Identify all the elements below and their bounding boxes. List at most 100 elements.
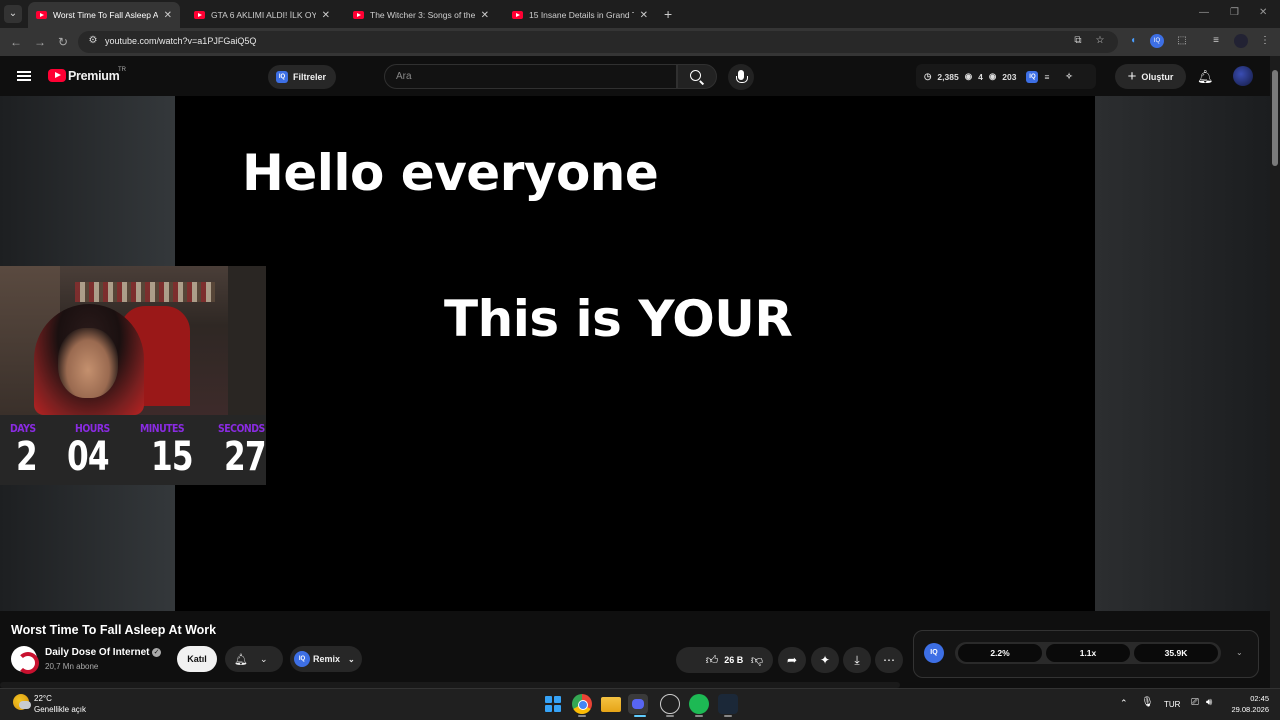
forward-icon[interactable]: → [34, 35, 46, 49]
extension-audio-icon[interactable]: ◖ [1126, 34, 1140, 48]
chevron-down-icon: ⌄ [348, 654, 355, 664]
scrollbar-thumb[interactable] [1272, 70, 1278, 166]
remix-button[interactable]: IQ Remix ⌄ [290, 646, 362, 672]
plus-icon: + [1127, 68, 1137, 85]
running-indicator [724, 715, 732, 717]
webcam-door [228, 266, 266, 415]
stat-views: 2,385 [937, 71, 959, 82]
more-icon: ⋯ [883, 653, 895, 667]
channel-name[interactable]: Daily Dose Of Internet [45, 647, 149, 658]
minimize-icon[interactable]: — [1199, 7, 1209, 18]
search-placeholder: Ara [396, 71, 412, 82]
share-button[interactable]: ➦ [778, 647, 806, 673]
weather-icon[interactable] [13, 694, 31, 710]
countdown-days-value: 2 [16, 434, 38, 480]
youtube-logo-icon[interactable] [48, 69, 66, 82]
country-code: TR [118, 67, 126, 73]
language-indicator[interactable]: TUR [1164, 700, 1180, 709]
dislike-button[interactable]: 👎︎ [742, 647, 772, 673]
restore-icon[interactable]: ❐ [1230, 7, 1239, 18]
ask-ai-button[interactable]: ✦ [811, 647, 839, 673]
close-tab-icon[interactable]: ✕ [164, 10, 172, 21]
list-icon[interactable]: ≡ [1044, 72, 1049, 82]
browser-menu-icon[interactable]: ⋮ [1258, 34, 1272, 48]
webcam-overlay [0, 266, 266, 415]
channel-avatar[interactable] [11, 646, 39, 674]
site-info-icon[interactable]: ⚙ [86, 34, 100, 48]
extensions-puzzle-icon[interactable]: ⬚ [1175, 34, 1189, 48]
bell-icon: 🔔︎ [234, 653, 248, 666]
reload-icon[interactable]: ↻ [58, 35, 68, 49]
stats-toolbar: ◷ 2,385 ◉ 4 ◉ 203 IQ ≡ ✧ [916, 64, 1096, 89]
iq-icon[interactable]: IQ [924, 643, 944, 663]
extension-iq-icon[interactable]: IQ [1150, 34, 1164, 48]
youtube-favicon-icon [512, 11, 523, 19]
youtube-favicon-icon [194, 11, 205, 19]
download-icon: ⤓ [854, 652, 860, 667]
microphone-icon[interactable]: 🎙︎ [1141, 697, 1154, 708]
thumbs-up-icon: 👍︎ [705, 652, 719, 667]
clock-date[interactable]: 29.08.2026 [1219, 705, 1269, 714]
file-explorer-icon[interactable] [601, 697, 621, 712]
profile-avatar-icon[interactable] [1234, 34, 1248, 48]
filters-button[interactable]: IQ Filtreler [268, 65, 337, 89]
discord-icon[interactable] [628, 694, 648, 714]
account-avatar[interactable] [1233, 66, 1253, 86]
more-actions-button[interactable]: ⋯ [875, 647, 903, 673]
subscription-bell-button[interactable]: 🔔︎ ⌄ [225, 646, 283, 672]
running-indicator [666, 715, 674, 717]
create-button[interactable]: + Oluştur [1115, 64, 1186, 89]
network-icon[interactable]: ⎚ [1191, 697, 1199, 708]
menu-hamburger-icon[interactable] [17, 71, 31, 81]
subscriber-count: 20,7 Mn abone [45, 662, 99, 671]
bookmark-star-icon[interactable]: ☆ [1093, 34, 1107, 48]
join-button[interactable]: Katıl [177, 646, 217, 672]
thumbs-down-icon: 👎︎ [750, 652, 764, 667]
volume-icon[interactable]: 🔊︎ [1206, 697, 1212, 708]
obs-icon[interactable] [660, 694, 680, 714]
iq-icon: IQ [276, 71, 288, 83]
youtube-favicon-icon [36, 11, 47, 19]
notifications-bell-icon[interactable]: 🔔︎ [1197, 69, 1214, 84]
clock-time[interactable]: 02:45 [1229, 694, 1269, 703]
chevron-down-icon: ⌄ [259, 653, 268, 664]
iq-icon[interactable]: IQ [1026, 70, 1039, 83]
close-tab-icon[interactable]: ✕ [640, 10, 648, 21]
close-tab-icon[interactable]: ✕ [322, 10, 330, 21]
spotify-icon[interactable] [689, 694, 709, 714]
reading-list-icon[interactable]: ≡ [1209, 34, 1223, 48]
close-tab-icon[interactable]: ✕ [481, 10, 489, 21]
tab-3[interactable]: The Witcher 3: Songs of the Pa ✕ [345, 2, 497, 28]
close-window-icon[interactable]: ✕ [1259, 7, 1267, 18]
sparkle-icon[interactable]: ✧ [1065, 71, 1072, 82]
weather-condition[interactable]: Genellikle açık [34, 705, 86, 714]
url-text[interactable]: youtube.com/watch?v=a1PJFGaiQ5Q [105, 36, 256, 46]
weather-temperature[interactable]: 22°C [34, 694, 52, 703]
tab-2[interactable]: GTA 6 AKLIMI ALDI! İLK OYNAN ✕ [186, 2, 338, 28]
running-indicator [634, 715, 646, 717]
tab-search-icon[interactable]: ⌄ [4, 5, 22, 23]
tray-chevron-up-icon[interactable]: ⌃ [1120, 698, 1128, 709]
premium-logo-text[interactable]: Premium [68, 69, 120, 83]
tab-4[interactable]: 15 Insane Details in Grand Thef ✕ [504, 2, 656, 28]
back-icon[interactable]: ← [10, 35, 22, 49]
youtube-favicon-icon [353, 11, 364, 19]
search-input[interactable]: Ara [384, 64, 677, 89]
verified-check-icon: ✓ [152, 648, 161, 657]
new-tab-icon[interactable]: + [664, 6, 672, 22]
remix-label: Remix [313, 654, 341, 664]
share-icon: ➦ [786, 653, 798, 667]
filters-label: Filtreler [293, 72, 327, 82]
stat-watching: 4 [978, 71, 983, 82]
steam-icon[interactable] [718, 694, 738, 714]
video-title: Worst Time To Fall Asleep At Work [11, 623, 217, 637]
stat-views-per-hour: 35.9K [1134, 644, 1218, 662]
video-caption-line-2: This is YOUR [444, 290, 793, 348]
chevron-down-icon[interactable]: ⌄ [1236, 648, 1243, 657]
download-button[interactable]: ⤓ [843, 647, 871, 673]
tab-1[interactable]: Worst Time To Fall Asleep At W ✕ [28, 2, 180, 28]
install-app-icon[interactable]: ⧉ [1071, 34, 1085, 48]
voice-search-mic-icon[interactable] [728, 64, 754, 90]
chrome-icon[interactable] [572, 694, 592, 714]
windows-start-icon[interactable] [543, 694, 563, 714]
